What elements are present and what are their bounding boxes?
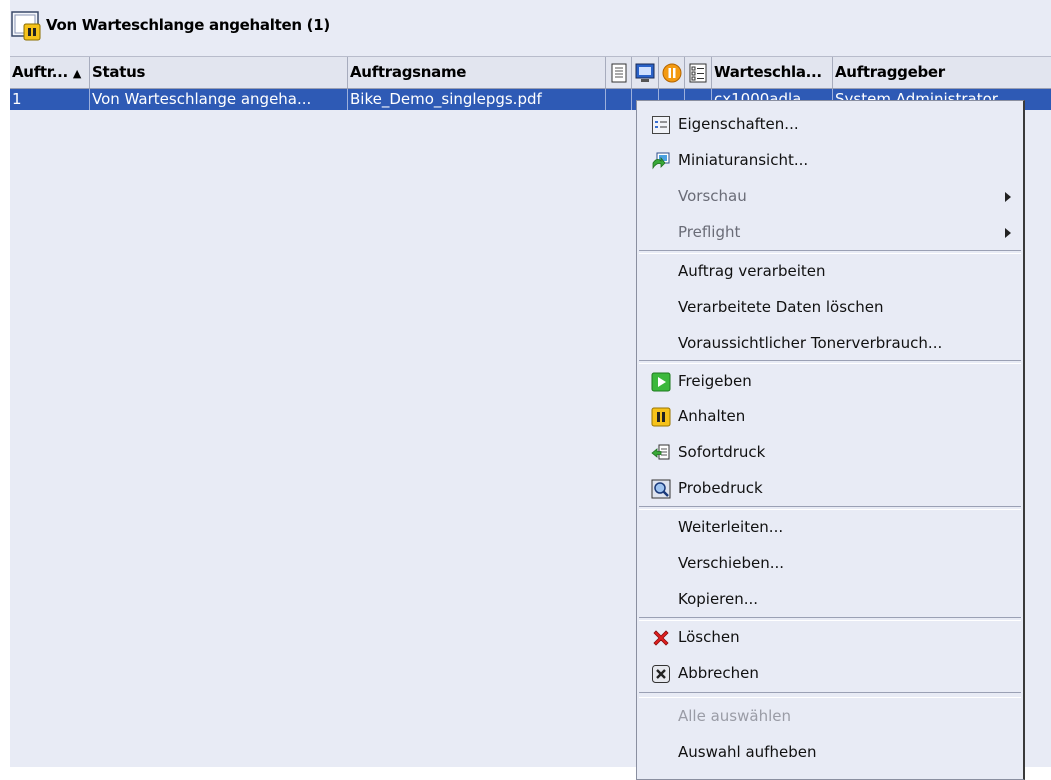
menu-item-label: Preflight (678, 223, 741, 241)
menu-item-process-job[interactable]: Auftrag verarbeiten (637, 253, 1023, 289)
pause-circle-icon (662, 63, 681, 82)
menu-item-thumbnail[interactable]: Miniaturansicht... (637, 142, 1023, 178)
column-header-job-number[interactable]: Auftr... ▲ (10, 57, 90, 88)
menu-item-move[interactable]: Verschieben... (637, 545, 1023, 581)
menu-item-label: Löschen (678, 628, 740, 646)
menu-item-label: Auftrag verarbeiten (678, 262, 826, 280)
panel-title: Von Warteschlange angehalten (1) (46, 16, 330, 34)
menu-item-label: Abbrechen (678, 664, 759, 682)
hold-icon (651, 407, 671, 427)
column-header-job-name[interactable]: Auftragsname (348, 57, 606, 88)
menu-item-label: Weiterleiten... (678, 518, 784, 536)
menu-item-copy[interactable]: Kopieren... (637, 581, 1023, 617)
sort-ascending-icon: ▲ (72, 67, 82, 80)
panel-titlebar: Von Warteschlange angehalten (1) (10, 8, 1051, 42)
checklist-icon (689, 63, 707, 82)
menu-item-toner-estimate[interactable]: Voraussichtlicher Tonerverbrauch... (637, 325, 1023, 361)
submenu-arrow-icon (1005, 228, 1011, 238)
column-header-pause[interactable] (659, 57, 685, 88)
delete-icon (653, 630, 669, 646)
cancel-icon (652, 665, 670, 683)
menu-item-preview[interactable]: Vorschau (637, 178, 1023, 214)
menu-item-label: Verschieben... (678, 554, 785, 572)
column-header-monitor[interactable] (632, 57, 659, 88)
menu-item-deselect[interactable]: Auswahl aufheben (637, 734, 1023, 770)
menu-item-label: Auswahl aufheben (678, 743, 817, 761)
submenu-arrow-icon (1005, 192, 1011, 202)
menu-item-preflight[interactable]: Preflight (637, 214, 1023, 250)
properties-icon (652, 116, 670, 134)
menu-item-label: Freigeben (678, 372, 752, 390)
column-header-checklist[interactable] (685, 57, 712, 88)
menu-item-label: Voraussichtlicher Tonerverbrauch... (678, 334, 943, 352)
queue-paused-icon (10, 9, 42, 41)
menu-item-select-all: Alle auswählen (637, 698, 1023, 734)
column-label: Auftr... (12, 63, 68, 81)
table-header: Auftr... ▲ Status Auftragsname Warteschl… (10, 56, 1051, 89)
menu-item-forward[interactable]: Weiterleiten... (637, 509, 1023, 545)
menu-item-hold[interactable]: Anhalten (637, 398, 1023, 434)
menu-item-label: Anhalten (678, 407, 746, 425)
cell-job-name: Bike_Demo_singlepgs.pdf (348, 89, 606, 110)
menu-item-label: Probedruck (678, 479, 763, 497)
menu-item-delete[interactable]: Löschen (637, 619, 1023, 655)
menu-item-properties[interactable]: Eigenschaften... (637, 106, 1023, 142)
monitor-icon (635, 63, 655, 82)
menu-item-instant-print[interactable]: Sofortdruck (637, 434, 1023, 470)
menu-item-label: Verarbeitete Daten löschen (678, 298, 884, 316)
context-menu: Eigenschaften... Miniaturansicht... Vors… (636, 100, 1025, 780)
column-header-document[interactable] (606, 57, 632, 88)
proof-print-icon (651, 479, 671, 499)
menu-item-cancel[interactable]: Abbrechen (637, 655, 1023, 691)
menu-item-label: Eigenschaften... (678, 115, 799, 133)
menu-item-label: Sofortdruck (678, 443, 766, 461)
cell-document (606, 89, 632, 110)
instant-print-icon (651, 444, 670, 460)
cell-job-number: 1 (10, 89, 90, 110)
menu-item-proof-print[interactable]: Probedruck (637, 470, 1023, 506)
menu-item-label: Alle auswählen (678, 707, 791, 725)
column-header-owner[interactable]: Auftraggeber (833, 57, 1051, 88)
menu-item-label: Miniaturansicht... (678, 151, 809, 169)
column-header-status[interactable]: Status (90, 57, 348, 88)
release-icon (651, 372, 671, 392)
menu-item-release[interactable]: Freigeben (637, 363, 1023, 399)
document-icon (611, 63, 626, 82)
menu-item-label: Kopieren... (678, 590, 759, 608)
menu-item-label: Vorschau (678, 187, 747, 205)
thumbnail-icon (652, 152, 670, 170)
cell-status: Von Warteschlange angeha... (90, 89, 348, 110)
column-header-queue[interactable]: Warteschla... (712, 57, 833, 88)
menu-item-delete-processed-data[interactable]: Verarbeitete Daten löschen (637, 289, 1023, 325)
